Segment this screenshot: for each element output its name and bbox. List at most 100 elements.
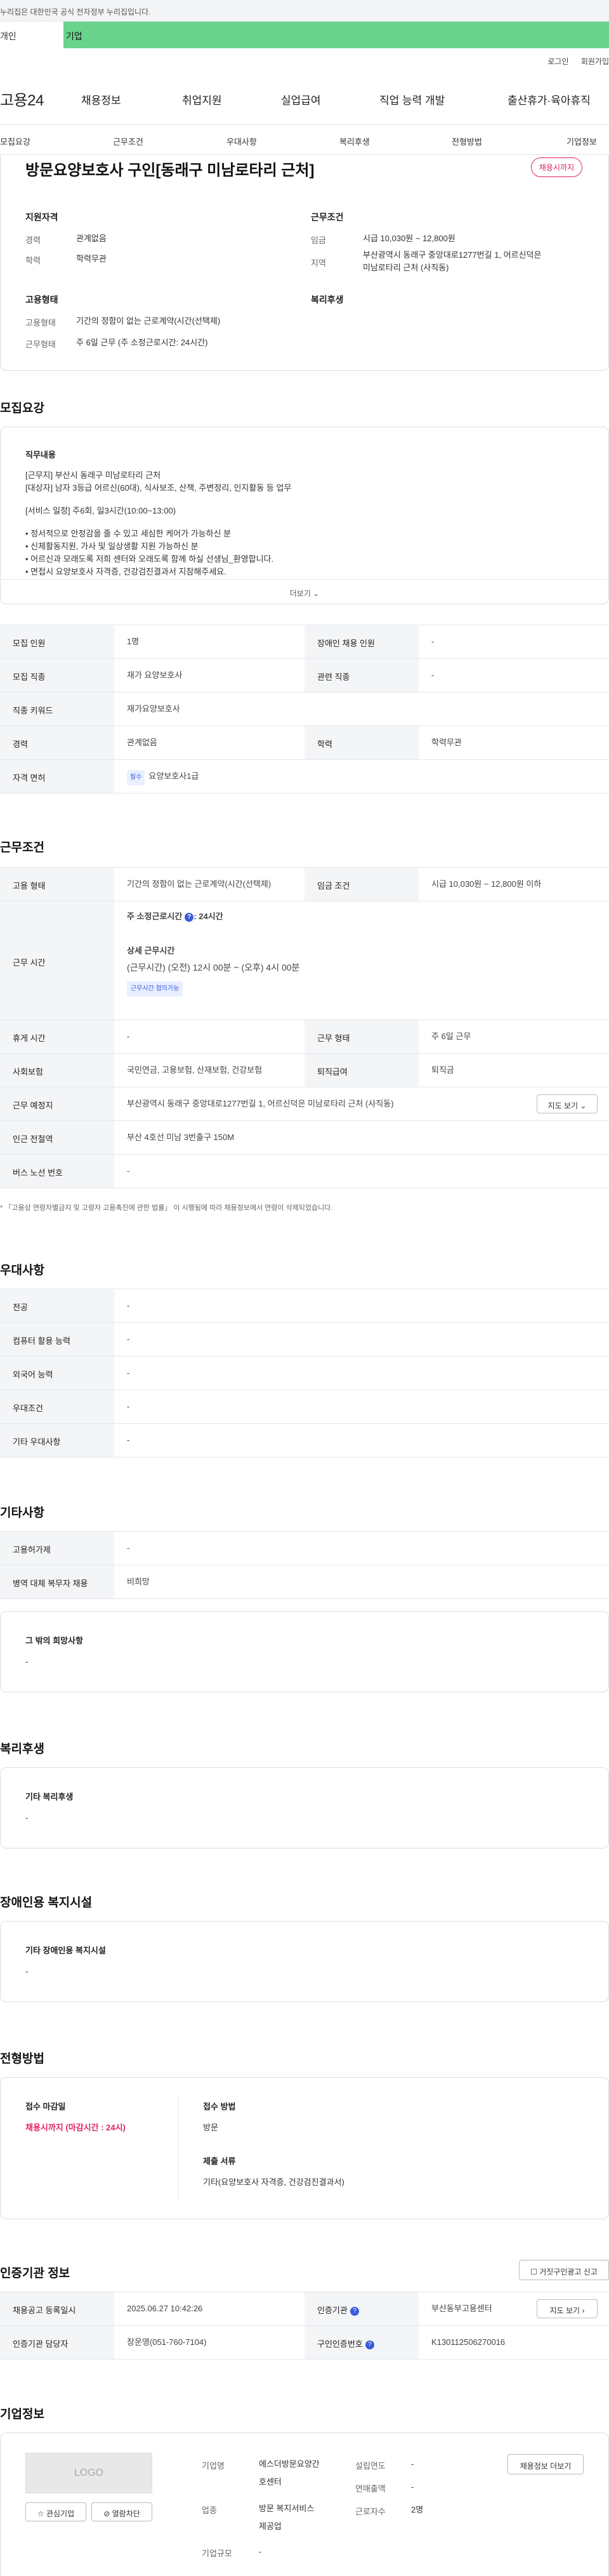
revenue-value: - [411, 2482, 414, 2492]
favorite-label: 관심기업 [46, 2509, 75, 2518]
other-wish-heading: 그 밖의 희망사항 [25, 1636, 83, 1645]
revenue-label: 연매출액 [355, 2484, 386, 2493]
cell-value: - [431, 670, 435, 680]
reg-date-label: 채용공고 등록일시 [13, 2306, 76, 2315]
job-no-label: 구인인증번호? [317, 2337, 374, 2349]
tab-individual[interactable]: 개인 [0, 22, 63, 48]
company-logo: LOGO [25, 2453, 152, 2493]
deadline-value: 채용시까지 (마감시간 : 24시) [25, 2123, 126, 2132]
emp-type-label: 고용형태 [25, 318, 56, 328]
company-heading: 기업정보 [0, 2408, 44, 2421]
cell-value: 재가요양보호사 [127, 704, 180, 714]
duty-line: • 어르신과 모래도록 저희 센터와 오래도록 함께 하실 선생님_환영합니다. [25, 554, 274, 564]
section-subnav: 모집요강 근무조건 우대사항 복리후생 전형방법 기업정보 [0, 124, 609, 155]
subnav-preference[interactable]: 우대사항 [226, 135, 257, 147]
gnb-item-parental-leave[interactable]: 출산휴가·육아휴직 [508, 91, 591, 107]
map-button[interactable]: 지도 보기 ⌄ [537, 1094, 598, 1113]
subnav-welfare[interactable]: 복리후생 [339, 135, 370, 147]
career-label: 경력 [25, 236, 41, 245]
station-value: 부산 4호선 미남 3번출구 150M [127, 1132, 235, 1142]
age-law-note: * 「고용상 연령차별금지 및 고령자 고용촉진에 관한 법률」 이 시행됨에 … [0, 1204, 333, 1212]
duty-line: [대상자] 남자 3등급 어르신(60대), 식사보조, 산책, 주변정리, 인… [25, 483, 292, 493]
duty-line: [근무지] 부산시 동래구 미남로타리 근처 [25, 470, 161, 480]
employees-label: 근로자수 [355, 2507, 386, 2516]
work-heading: 근무조건 [0, 841, 44, 854]
subnav-recruit[interactable]: 모집요강 [0, 135, 30, 147]
subnav-selection[interactable]: 전형방법 [452, 135, 482, 147]
block-label: 열람차단 [112, 2509, 140, 2518]
career-value: 관계없음 [76, 234, 107, 243]
cell-key: 경력 [13, 740, 28, 749]
docs-value: 기타(요양보호사 자격증, 건강검진결과서) [203, 2177, 344, 2187]
site-logo[interactable]: 고용24 [0, 88, 44, 110]
cell-key: 학력 [317, 740, 332, 749]
block-view-button[interactable]: ⊘ 열람차단 [91, 2502, 152, 2521]
agency-label: 인증기관? [317, 2304, 359, 2316]
top-links: 로그인 회원가입 [537, 56, 609, 67]
cell-key: 관련 직종 [317, 672, 350, 682]
pref-key: 외국어 능력 [13, 1370, 53, 1379]
reg-date-value: 2025.06.27 10:42:26 [127, 2304, 203, 2313]
wage-value: 시급 10,030원 ~ 12,800원 [363, 234, 455, 243]
tab-business-label: 기업 [66, 31, 82, 41]
education-value: 학력무관 [76, 254, 107, 263]
info-icon[interactable]: ? [185, 912, 194, 922]
hours-label: 근무 시간 [13, 958, 46, 967]
gnb-item-jobs[interactable]: 채용정보 [81, 91, 121, 107]
employees-value: 2명 [411, 2505, 424, 2514]
retire-value: 퇴직금 [431, 1065, 454, 1075]
disabled-value: - [25, 1967, 29, 1976]
favorite-company-button[interactable]: ☆ 관심기업 [25, 2502, 86, 2521]
company-jobs-button[interactable]: 채용정보 더보기 [508, 2454, 584, 2474]
pref-value: - [127, 1301, 130, 1310]
login-link[interactable]: 로그인 [547, 57, 568, 66]
map-button-label: 지도 보기 [547, 1101, 579, 1110]
gnb-item-unemployment-benefit[interactable]: 실업급여 [281, 91, 321, 107]
info-icon[interactable]: ? [365, 2340, 374, 2349]
report-icon: ☐ [530, 2267, 537, 2276]
founded-value: - [411, 2459, 414, 2469]
method-label: 접수 방법 [203, 2102, 236, 2111]
star-icon: ☆ [37, 2509, 44, 2518]
more-label: 더보기 [289, 589, 311, 598]
info-icon[interactable]: ? [350, 2306, 359, 2316]
duty-line: • 정서적으로 안정감을 줄 수 있고 세심한 케어가 가능하신 분 [25, 529, 232, 538]
gnb-item-employment-support[interactable]: 취업지원 [182, 91, 222, 107]
bus-label: 버스 노선 번호 [13, 1168, 63, 1178]
cell-key: 직종 키워드 [13, 706, 53, 715]
gnb-item-vocational-training[interactable]: 직업 능력 개발 [379, 91, 445, 107]
work-form-value: 주 6일 근무 (주 소정근로시간: 24시간) [76, 338, 208, 347]
more-button[interactable]: 더보기 ⌄ [0, 579, 609, 604]
report-button[interactable]: ☐ 거짓구인광고 신고 [519, 2260, 609, 2280]
pref-value: - [127, 1368, 130, 1378]
block-icon: ⊘ [103, 2509, 110, 2518]
agency-map-label: 지도 보기 [549, 2306, 580, 2315]
selection-card [0, 2077, 609, 2219]
emp-type-value: 기간의 정함이 없는 근로계약(시간(선택제) [76, 316, 221, 326]
welfare-sub: 기타 복리후생 [25, 1792, 74, 1802]
subnav-conditions[interactable]: 근무조건 [113, 135, 143, 147]
preference-heading: 우대사항 [0, 1264, 44, 1277]
pref-value: - [127, 1435, 130, 1445]
hours-detail: (근무시간) (오전) 12시 00분 ~ (오후) 4시 00분 [127, 962, 300, 973]
pref-key: 전공 [13, 1303, 28, 1312]
duty-line: • 면접시 요양보호사 자격증, 건강검진결과서 지참해주세요. [25, 567, 226, 576]
retire-label: 퇴직급여 [317, 1067, 348, 1077]
size-value: - [259, 2547, 262, 2556]
emp-label: 고용 형태 [13, 881, 46, 891]
agency-heading: 인증기관 정보 [0, 2267, 70, 2280]
form-label: 근무 형태 [317, 1033, 350, 1043]
manager-label: 인증기관 담당자 [13, 2339, 69, 2349]
agency-map-button[interactable]: 지도 보기 › [537, 2299, 598, 2318]
station-label: 인근 전철역 [13, 1134, 53, 1144]
disabled-sub: 기타 장애인용 복지시설 [25, 1946, 106, 1955]
subnav-company[interactable]: 기업정보 [566, 135, 597, 147]
etc-key: 고용허가제 [13, 1545, 51, 1555]
disabled-heading: 장애인용 복지시설 [0, 1896, 93, 1909]
wage-label: 임금 [311, 236, 326, 245]
duty-line: [서비스 일정] 주6회, 일3시간(10:00~13:00) [25, 506, 176, 515]
signup-link[interactable]: 회원가입 [581, 57, 609, 66]
tab-business[interactable]: 기업 [63, 22, 609, 48]
chevron-right-icon: › [582, 2306, 585, 2315]
company-name-value-2: 호센터 [259, 2477, 282, 2486]
